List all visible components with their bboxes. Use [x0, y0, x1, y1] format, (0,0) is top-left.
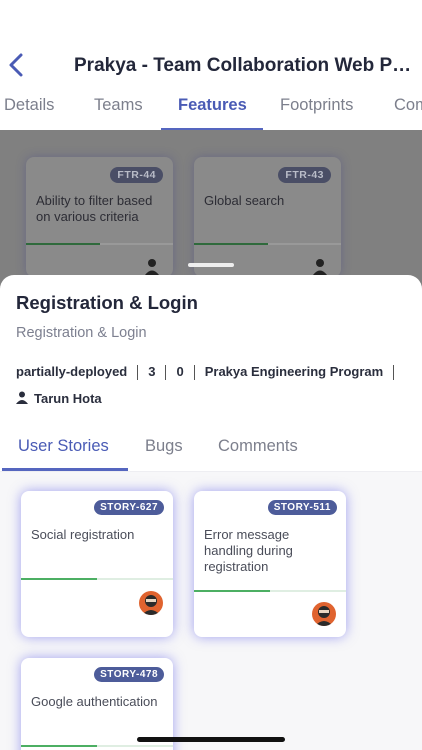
count-b: 0	[176, 364, 184, 379]
owner: Tarun Hota	[16, 391, 102, 406]
program-name: Prakya Engineering Program	[204, 364, 384, 379]
story-card[interactable]: STORY-511 Error message handling during …	[194, 491, 346, 637]
feature-id-badge: FTR-44	[110, 167, 163, 183]
feature-description: Registration & Login	[16, 325, 147, 341]
avatar-icon	[312, 602, 336, 626]
story-id-badge: STORY-511	[267, 500, 337, 515]
home-indicator[interactable]	[137, 737, 285, 742]
avatar-icon	[139, 591, 163, 615]
feature-detail-sheet: Registration & Login Registration & Logi…	[0, 275, 422, 750]
user-icon	[16, 391, 28, 404]
story-title: Google authentication	[31, 694, 158, 709]
story-id-badge: STORY-478	[94, 667, 164, 682]
tab-teams[interactable]: Teams	[94, 96, 143, 115]
sheet-drag-handle[interactable]	[188, 263, 234, 267]
status-label: partially-deployed	[16, 364, 128, 379]
progress-bar	[194, 590, 346, 592]
feature-title: Ability to filter based on various crite…	[36, 193, 153, 224]
feature-title: Global search	[204, 193, 285, 208]
progress-bar	[194, 243, 341, 245]
feature-card: FTR-44 Ability to filter based on variou…	[26, 157, 173, 277]
feature-card: FTR-43 Global search	[194, 157, 341, 277]
avatar-icon	[145, 259, 159, 275]
tab-features[interactable]: Features	[178, 96, 247, 115]
feature-title: Registration & Login	[16, 292, 198, 313]
tab-bugs[interactable]: Bugs	[145, 437, 183, 456]
page-title: Prakya - Team Collaboration Web Platf…	[74, 55, 414, 76]
feature-meta: partially-deployed 3 0 Prakya Engineering P…	[16, 364, 404, 381]
story-id-badge: STORY-627	[94, 500, 164, 515]
story-title: Social registration	[31, 527, 135, 542]
owner-name: Tarun Hota	[34, 391, 102, 406]
feature-id-badge: FTR-43	[278, 167, 331, 183]
story-card[interactable]: STORY-627 Social registration	[21, 491, 173, 637]
tab-comments[interactable]: Comments	[218, 437, 298, 456]
active-tab-indicator	[2, 468, 128, 471]
avatar-icon	[313, 259, 327, 275]
app-header: Prakya - Team Collaboration Web Platf… D…	[0, 0, 422, 130]
back-chevron-icon[interactable]	[6, 52, 26, 78]
progress-bar	[26, 243, 173, 245]
sheet-tabs: User Stories Bugs Comments	[0, 435, 422, 472]
count-a: 3	[148, 364, 156, 379]
tab-footprints[interactable]: Footprints	[280, 96, 353, 115]
tab-details[interactable]: Details	[4, 96, 54, 115]
feature-tabs: Details Teams Features Footprints Com	[0, 90, 422, 130]
progress-bar	[21, 745, 173, 747]
progress-bar	[21, 578, 173, 580]
tab-user-stories[interactable]: User Stories	[18, 437, 109, 456]
story-title: Error message handling during registrati…	[204, 527, 293, 574]
tab-comments-partial[interactable]: Com	[394, 96, 422, 115]
